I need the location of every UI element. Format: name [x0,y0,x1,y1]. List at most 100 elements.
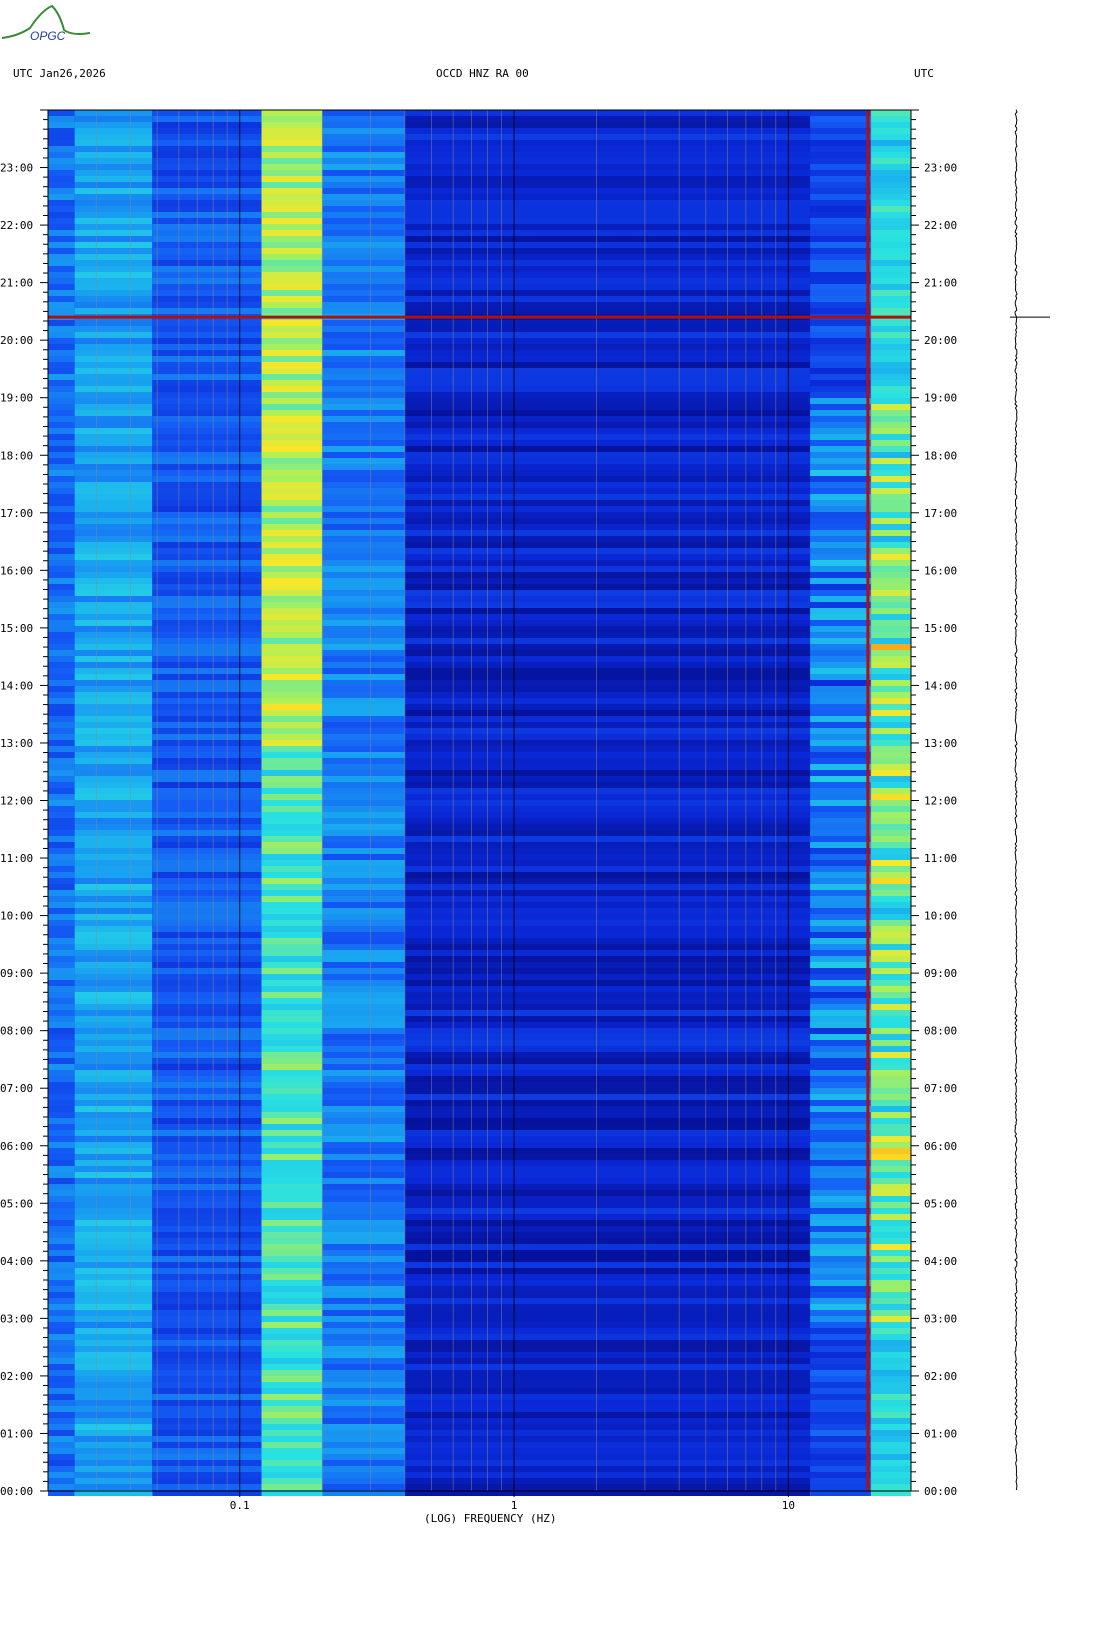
band-cell [74,1382,153,1388]
band-cell [322,692,405,698]
band-cell [870,956,911,962]
band-cell [322,290,405,296]
band-cell [322,890,405,896]
band-cell [48,686,75,692]
band-cell [152,218,262,224]
band-cell [810,404,871,410]
band-cell [74,1346,153,1352]
band-cell [810,1142,871,1148]
band-cell [48,572,75,578]
band-cell [810,680,871,686]
band-cell [810,398,871,404]
band-cell [322,206,405,212]
band-cell [870,932,911,938]
band-cell [74,1292,153,1298]
band-cell [404,602,811,608]
band-cell [322,506,405,512]
band-cell [404,446,811,452]
band-cell [870,950,911,956]
band-cell [74,854,153,860]
band-cell [404,692,811,698]
band-cell [810,308,871,314]
band-cell [404,464,811,470]
band-cell [48,554,75,560]
band-cell [870,458,911,464]
band-cell [74,608,153,614]
band-cell [152,398,262,404]
band-cell [152,758,262,764]
band-cell [322,902,405,908]
band-cell [152,680,262,686]
band-cell [810,584,871,590]
band-cell [870,500,911,506]
band-cell [870,1016,911,1022]
band-cell [810,470,871,476]
band-cell [322,326,405,332]
band-cell [152,668,262,674]
band-cell [48,872,75,878]
band-cell [404,998,811,1004]
band-cell [322,746,405,752]
band-cell [74,680,153,686]
band-cell [152,1076,262,1082]
band-cell [810,1346,871,1352]
band-cell [152,620,262,626]
band-cell [261,512,323,518]
band-cell [48,650,75,656]
band-cell [74,1220,153,1226]
band-cell [404,908,811,914]
band-cell [322,152,405,158]
band-cell [404,542,811,548]
band-cell [810,362,871,368]
band-cell [152,1244,262,1250]
band-cell [152,236,262,242]
band-cell [870,662,911,668]
band-cell [152,1208,262,1214]
band-cell [404,500,811,506]
band-cell [48,488,75,494]
band-cell [404,662,811,668]
band-cell [870,1286,911,1292]
band-cell [261,680,323,686]
band-cell [152,1202,262,1208]
band-cell [322,176,405,182]
y-tick-label-right: 00:00 [924,1485,957,1498]
band-cell [152,860,262,866]
band-cell [48,1172,75,1178]
y-tick-label-right: 13:00 [924,737,957,750]
band-cell [48,128,75,134]
band-cell [870,716,911,722]
band-cell [48,272,75,278]
band-cell [152,794,262,800]
band-cell [152,938,262,944]
band-cell [261,1214,323,1220]
band-cell [261,932,323,938]
band-cell [74,422,153,428]
y-tick-label-right: 18:00 [924,449,957,462]
band-cell [48,1226,75,1232]
band-cell [261,758,323,764]
band-cell [322,320,405,326]
band-cell [74,1088,153,1094]
band-cell [48,1394,75,1400]
band-cell [404,1232,811,1238]
band-cell [404,860,811,866]
band-cell [74,1106,153,1112]
band-cell [152,122,262,128]
band-cell [322,926,405,932]
band-cell [74,1052,153,1058]
band-cell [261,1136,323,1142]
band-cell [870,1046,911,1052]
band-cell [74,1130,153,1136]
band-cell [48,188,75,194]
band-cell [48,890,75,896]
band-cell [261,668,323,674]
band-cell [152,1328,262,1334]
band-cell [152,1358,262,1364]
band-cell [870,1202,911,1208]
band-cell [322,398,405,404]
band-cell [74,722,153,728]
band-cell [404,776,811,782]
band-cell [322,566,405,572]
band-cell [74,1484,153,1490]
